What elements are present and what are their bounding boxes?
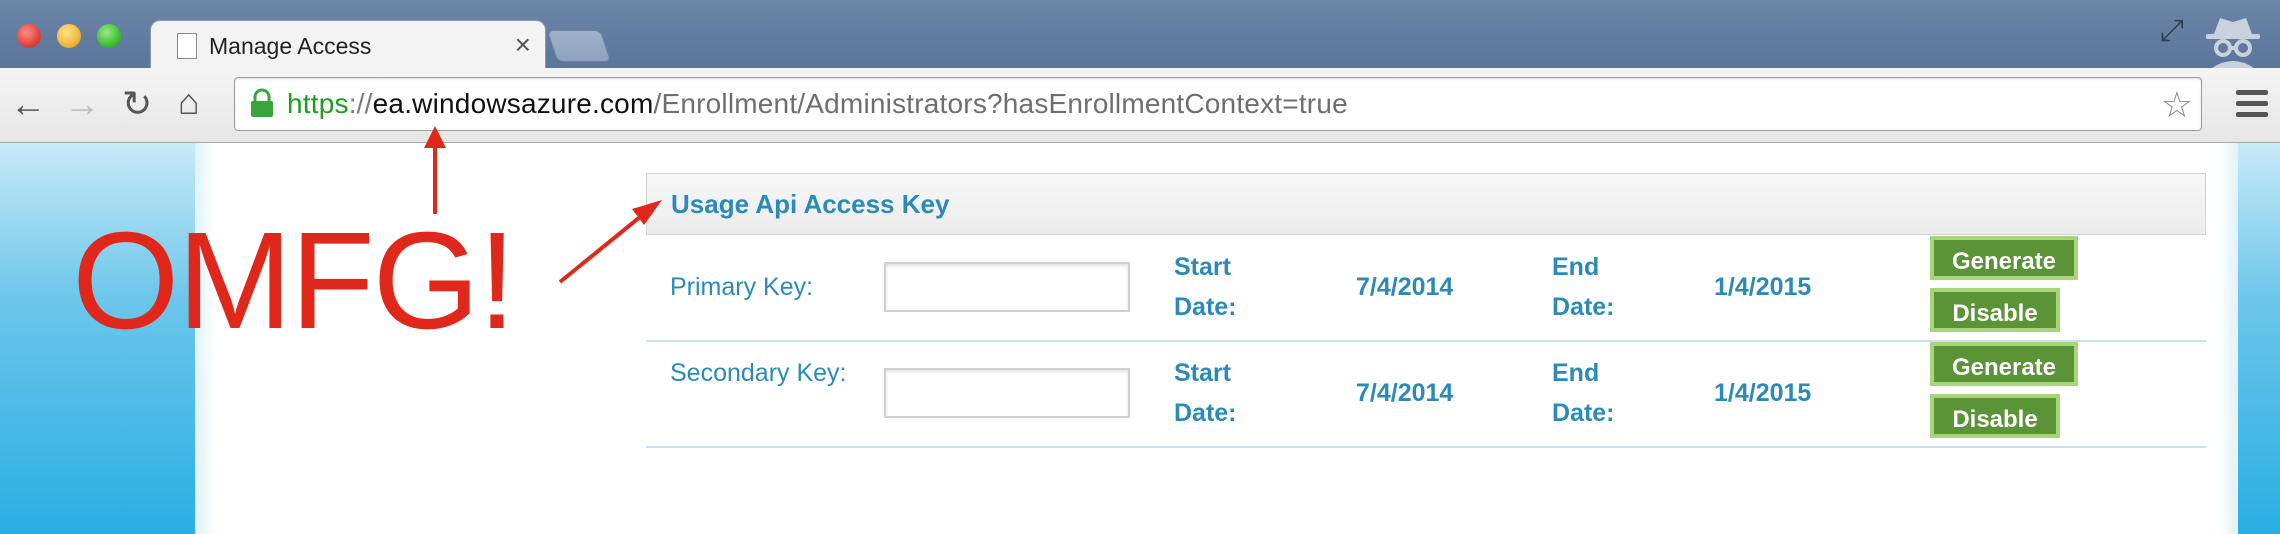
- panel-header: Usage Api Access Key: [646, 173, 2206, 235]
- annotation-text: OMFG!: [72, 204, 516, 358]
- url-domain: ea.windowsazure.com: [372, 88, 654, 119]
- url-separator: ://: [348, 88, 373, 119]
- url-path: /Enrollment/Administrators?hasEnrollment…: [653, 88, 1348, 119]
- generate-secondary-key-button[interactable]: Generate: [1930, 342, 2078, 386]
- start-date-value: 7/4/2014: [1356, 273, 1454, 301]
- incognito-icon: [2206, 18, 2260, 68]
- menu-icon[interactable]: [2236, 90, 2268, 120]
- disable-primary-key-button[interactable]: Disable: [1930, 288, 2060, 332]
- forward-button[interactable]: →: [64, 84, 100, 124]
- reload-button[interactable]: ↻: [122, 84, 152, 124]
- page-icon: [177, 33, 197, 59]
- url-text[interactable]: https://ea.windowsazure.com/Enrollment/A…: [287, 88, 1348, 120]
- key-label: Primary Key:: [670, 273, 814, 301]
- key-row-primary: Primary Key: Start Date: 7/4/2014 End Da…: [646, 234, 2206, 342]
- fullscreen-icon[interactable]: ⤢: [2160, 14, 2184, 48]
- zoom-window-button[interactable]: [97, 24, 121, 48]
- generate-primary-key-button[interactable]: Generate: [1930, 236, 2078, 280]
- end-date-label: End Date:: [1552, 359, 1615, 427]
- tab-close-icon[interactable]: ×: [515, 29, 531, 61]
- content-shadow-right: [2218, 143, 2238, 534]
- minimize-window-button[interactable]: [57, 24, 81, 48]
- key-row-secondary: Secondary Key: Start Date: 7/4/2014 End …: [646, 340, 2206, 448]
- start-date-label: Start Date:: [1174, 253, 1237, 321]
- primary-key-field[interactable]: [884, 262, 1130, 312]
- start-date-value: 7/4/2014: [1356, 379, 1454, 407]
- url-scheme: https: [287, 88, 349, 119]
- window-titlebar: Manage Access × ⤢: [0, 0, 2280, 73]
- secondary-key-field[interactable]: [884, 368, 1130, 418]
- browser-toolbar: ← → ↻ ⌂ https://ea.windowsazure.com/Enro…: [0, 68, 2280, 143]
- start-date-label: Start Date:: [1174, 359, 1237, 427]
- end-date-label: End Date:: [1552, 253, 1615, 321]
- key-label: Secondary Key:: [670, 359, 847, 387]
- browser-tab-active[interactable]: Manage Access ×: [150, 20, 546, 73]
- home-button[interactable]: ⌂: [178, 82, 200, 122]
- new-tab-button[interactable]: [546, 30, 612, 62]
- back-button[interactable]: ←: [10, 84, 46, 124]
- lock-icon: [251, 88, 273, 117]
- panel-title: Usage Api Access Key: [671, 189, 950, 219]
- disable-secondary-key-button[interactable]: Disable: [1930, 394, 2060, 438]
- end-date-value: 1/4/2015: [1714, 273, 1812, 301]
- end-date-value: 1/4/2015: [1714, 379, 1812, 407]
- page-background-right: [2238, 143, 2280, 534]
- bookmark-star-icon[interactable]: ☆: [2161, 84, 2193, 126]
- tab-title: Manage Access: [209, 33, 372, 59]
- address-bar[interactable]: https://ea.windowsazure.com/Enrollment/A…: [234, 77, 2202, 131]
- close-window-button[interactable]: [17, 24, 41, 48]
